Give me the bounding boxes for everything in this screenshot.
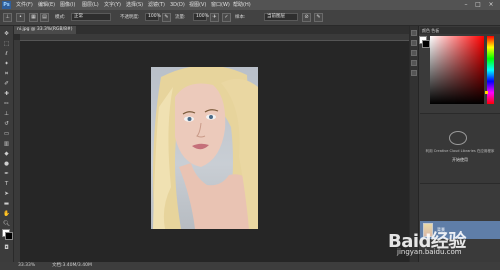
mode-label: 模式: xyxy=(55,15,66,20)
brush-preset-icon[interactable]: • xyxy=(16,13,25,22)
document-size-info[interactable]: 文档:3.40M/3.40M xyxy=(52,262,92,270)
dodge-tool-icon[interactable]: ● xyxy=(2,160,11,168)
clone-stamp-icon[interactable]: ⊥ xyxy=(3,13,12,22)
eraser-tool-icon[interactable]: ▭ xyxy=(2,130,11,138)
menu-view[interactable]: 视图(V) xyxy=(189,1,206,9)
options-bar: ⊥ • ▦ ▤ 模式: 正常 不透明度: 100% ✎ 流量: 100% ✈ ✓… xyxy=(0,10,500,26)
horizontal-ruler[interactable] xyxy=(20,34,409,41)
ignore-adjustment-icon[interactable]: ⊘ xyxy=(302,13,311,22)
menu-bar: Ps 文件(F) 编辑(E) 图像(I) 图层(L) 文字(Y) 选择(S) 滤… xyxy=(0,0,500,10)
aligned-checkbox[interactable]: ✓ xyxy=(222,13,231,22)
quick-mask-icon[interactable]: ◘ xyxy=(2,244,11,252)
close-button[interactable]: × xyxy=(487,1,495,8)
baidu-jingyan-watermark: Baid经验 xyxy=(388,231,466,252)
menu-layer[interactable]: 图层(L) xyxy=(82,1,99,9)
pen-tool-icon[interactable]: ✒ xyxy=(2,170,11,178)
hue-slider[interactable] xyxy=(487,36,494,104)
minimize-button[interactable]: – xyxy=(462,1,470,8)
paragraph-panel-icon[interactable] xyxy=(411,60,417,66)
marquee-tool-icon[interactable]: ⬚ xyxy=(2,40,11,48)
menu-edit[interactable]: 编辑(E) xyxy=(38,1,55,9)
clone-source-icon[interactable]: ▤ xyxy=(40,13,49,22)
pressure-opacity-icon[interactable]: ✎ xyxy=(162,13,171,22)
flow-label: 流量: xyxy=(175,15,186,20)
brush-settings-icon[interactable]: ▦ xyxy=(29,13,38,22)
eyedropper-tool-icon[interactable]: ✐ xyxy=(2,80,11,88)
airbrush-icon[interactable]: ✈ xyxy=(210,13,219,22)
menu-select[interactable]: 选择(S) xyxy=(126,1,143,9)
menu-window[interactable]: 窗口(W) xyxy=(211,1,230,9)
portrait-photo xyxy=(153,67,258,229)
flow-field[interactable]: 100% xyxy=(193,13,209,21)
libraries-description: 利用 Creative Cloud Libraries 在应用程序 xyxy=(425,149,495,153)
menu-type[interactable]: 文字(Y) xyxy=(104,1,121,9)
hue-slider-handle[interactable] xyxy=(485,91,488,94)
photoshop-logo: Ps xyxy=(2,1,11,9)
zoom-level[interactable]: 33.33% xyxy=(18,262,35,270)
lasso-tool-icon[interactable]: ℓ xyxy=(2,50,11,58)
mode-select[interactable]: 正常 xyxy=(71,13,111,21)
clone-stamp-tool-icon[interactable]: ⊥ xyxy=(2,110,11,118)
menu-image[interactable]: 图像(I) xyxy=(60,1,75,9)
maximize-button[interactable]: □ xyxy=(474,1,482,8)
background-color-swatch[interactable] xyxy=(5,232,13,240)
color-panel-background-swatch[interactable] xyxy=(422,40,430,48)
blur-tool-icon[interactable]: ◆ xyxy=(2,150,11,158)
document-image[interactable] xyxy=(151,67,258,229)
gradient-tool-icon[interactable]: ▥ xyxy=(2,140,11,148)
color-picker-field[interactable] xyxy=(430,36,484,104)
opacity-label: 不透明度: xyxy=(120,15,140,20)
color-panel-tabs[interactable]: 颜色 色板 xyxy=(420,27,500,34)
character-panel-icon[interactable] xyxy=(411,50,417,56)
document-tab-bar: ni.jpg @ 33.3%(RGB/8#) xyxy=(14,26,409,34)
sample-label: 样本: xyxy=(235,15,246,20)
menu-help[interactable]: 帮助(H) xyxy=(233,1,251,9)
menu-filter[interactable]: 滤镜(T) xyxy=(148,1,165,9)
crop-tool-icon[interactable]: ⌗ xyxy=(2,70,11,78)
menu-file[interactable]: 文件(F) xyxy=(16,1,33,9)
hand-tool-icon[interactable]: ✋ xyxy=(2,210,11,218)
creative-cloud-icon xyxy=(449,131,467,145)
pressure-size-icon[interactable]: ✎ xyxy=(314,13,323,22)
brush-panel-icon[interactable] xyxy=(411,70,417,76)
zoom-tool-icon[interactable]: 🔍︎ xyxy=(2,220,11,228)
brush-tool-icon[interactable]: ✏ xyxy=(2,100,11,108)
menu-3d[interactable]: 3D(D) xyxy=(170,1,185,9)
shape-tool-icon[interactable]: ▬ xyxy=(2,200,11,208)
type-tool-icon[interactable]: T xyxy=(2,180,11,188)
status-bar: 33.33% 文档:3.40M/3.40M xyxy=(0,262,500,270)
tools-panel: ✥ ⬚ ℓ ✦ ⌗ ✐ ✚ ✏ ⊥ ↺ ▭ ▥ ◆ ● ✒ T ➤ ▬ ✋ 🔍︎… xyxy=(0,26,14,262)
sample-select[interactable]: 当前图层 xyxy=(264,13,298,21)
document-tab[interactable]: ni.jpg @ 33.3%(RGB/8#) xyxy=(14,26,76,34)
move-tool-icon[interactable]: ✥ xyxy=(2,30,11,38)
opacity-field[interactable]: 100% xyxy=(145,13,161,21)
quick-select-tool-icon[interactable]: ✦ xyxy=(2,60,11,68)
history-panel-icon[interactable] xyxy=(411,30,417,36)
healing-brush-tool-icon[interactable]: ✚ xyxy=(2,90,11,98)
path-select-tool-icon[interactable]: ➤ xyxy=(2,190,11,198)
watermark-url: jingyan.baidu.com xyxy=(397,248,462,256)
history-brush-tool-icon[interactable]: ↺ xyxy=(2,120,11,128)
libraries-get-started-link[interactable]: 开始使用 xyxy=(423,157,497,163)
properties-panel-icon[interactable] xyxy=(411,40,417,46)
